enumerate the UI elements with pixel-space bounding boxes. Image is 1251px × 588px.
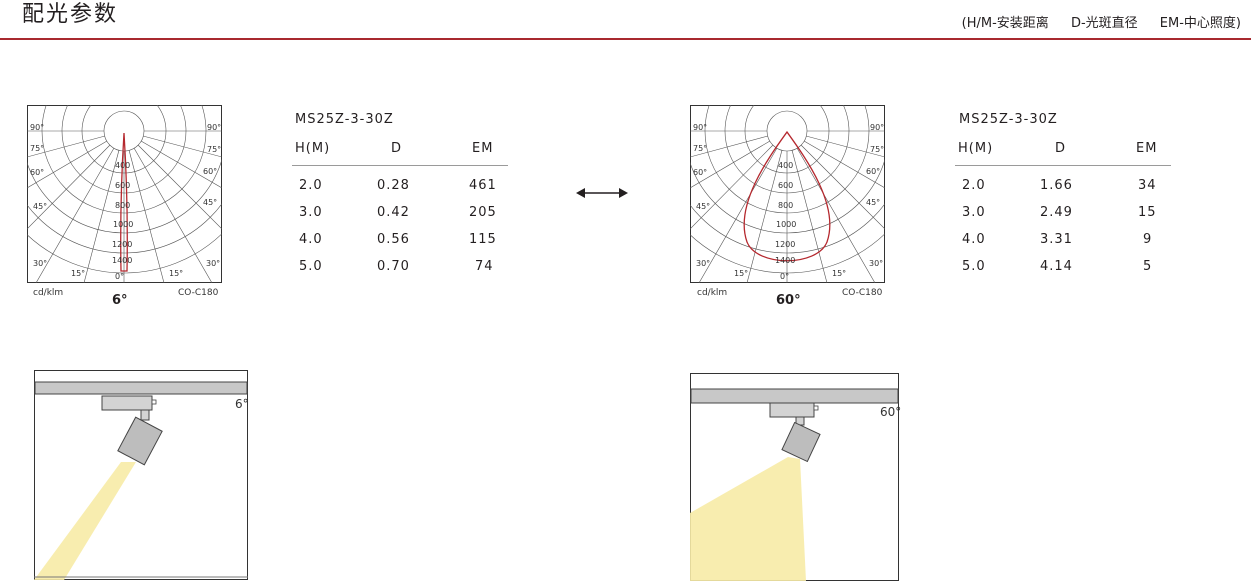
angle-label: 75° xyxy=(693,144,708,153)
angle-label: 15° xyxy=(71,269,86,278)
cell: 4.0 xyxy=(299,232,323,247)
angle-label: 45° xyxy=(696,202,711,211)
col-header: D xyxy=(1055,141,1067,156)
radial-label: 600 xyxy=(778,181,794,190)
model-left: MS25Z-3-30Z xyxy=(295,112,394,127)
cell: 4.14 xyxy=(1040,259,1073,274)
angle-label: 30° xyxy=(696,259,711,268)
col-header: D xyxy=(391,141,403,156)
track-light-illustration-right xyxy=(690,373,899,581)
angle-label: 0° xyxy=(780,272,790,281)
plane-label-right: CO-C180 xyxy=(842,288,883,298)
scene-angle-left: 6° xyxy=(235,397,249,411)
radial-label: 800 xyxy=(115,201,131,210)
legend-d: D-光斑直径 xyxy=(1070,16,1138,31)
cell: 2.0 xyxy=(299,178,323,193)
cell: 2.49 xyxy=(1040,205,1073,220)
col-header: H(M) xyxy=(295,141,331,156)
radial-label: 600 xyxy=(115,181,131,190)
cell: 0.42 xyxy=(377,205,410,220)
angle-label: 15° xyxy=(734,269,749,278)
angle-label: 75° xyxy=(870,145,885,154)
angle-label: 90° xyxy=(693,123,708,132)
angle-label: 60° xyxy=(866,167,881,176)
col-header: EM xyxy=(472,141,494,156)
radial-label: 1000 xyxy=(113,220,134,229)
model-right: MS25Z-3-30Z xyxy=(959,112,1058,127)
cell: 34 xyxy=(1138,178,1157,193)
install-scene-left: 6° xyxy=(34,370,249,580)
unit-label-right: cd/klm xyxy=(697,288,728,298)
angle-label: 60° xyxy=(693,168,708,177)
radial-label: 1000 xyxy=(776,220,797,229)
radial-label: 1400 xyxy=(112,256,133,265)
angle-label: 45° xyxy=(203,198,218,207)
header-legend: (H/M-安装距离 D-光斑直径 EM-中心照度) xyxy=(944,12,1241,31)
radial-label: 1400 xyxy=(775,256,796,265)
polar-diagram-left: 90° 90° 75° 75° 60° 60° 45° 45° 30° 30° … xyxy=(27,105,222,283)
cell: 9 xyxy=(1143,232,1153,247)
cell: 4.0 xyxy=(962,232,986,247)
cell: 3.0 xyxy=(299,205,323,220)
angle-label: 45° xyxy=(33,202,48,211)
cell: 1.66 xyxy=(1040,178,1073,193)
radial-label: 1200 xyxy=(775,240,796,249)
angle-label: 75° xyxy=(30,144,45,153)
angle-label: 60° xyxy=(203,167,218,176)
angle-label: 30° xyxy=(206,259,221,268)
cell: 461 xyxy=(469,178,497,193)
angle-label: 90° xyxy=(30,123,45,132)
cell: 115 xyxy=(469,232,497,247)
double-arrow-icon xyxy=(576,188,628,198)
angle-label: 30° xyxy=(33,259,48,268)
col-header: EM xyxy=(1136,141,1158,156)
radial-label: 1200 xyxy=(112,240,133,249)
cell: 0.56 xyxy=(377,232,410,247)
angle-label: 15° xyxy=(169,269,184,278)
angle-label: 0° xyxy=(115,272,125,281)
cell: 5 xyxy=(1143,259,1153,274)
cell: 5.0 xyxy=(962,259,986,274)
angle-label: 90° xyxy=(207,123,222,132)
radial-label: 400 xyxy=(115,161,131,170)
radial-label: 400 xyxy=(778,161,794,170)
angle-label: 60° xyxy=(30,168,45,177)
page-title: 配光参数 xyxy=(22,2,119,27)
table-rule xyxy=(955,165,1171,166)
angle-label: 90° xyxy=(870,123,885,132)
plane-label-left: CO-C180 xyxy=(178,288,219,298)
legend-h: (H/M-安装距离 xyxy=(961,16,1049,31)
header-rule xyxy=(0,38,1251,40)
angle-label: 45° xyxy=(866,198,881,207)
cell: 2.0 xyxy=(962,178,986,193)
cell: 0.28 xyxy=(377,178,410,193)
unit-label-left: cd/klm xyxy=(33,288,64,298)
cell: 3.31 xyxy=(1040,232,1073,247)
angle-label: 75° xyxy=(207,145,222,154)
cell: 15 xyxy=(1138,205,1157,220)
install-scene-right: 60° xyxy=(690,373,902,581)
cell: 0.70 xyxy=(377,259,410,274)
table-rule xyxy=(292,165,508,166)
polar-diagram-right: 90° 90° 75° 75° 60° 60° 45° 45° 30° 30° … xyxy=(690,105,885,283)
scene-angle-right: 60° xyxy=(880,405,902,419)
cell: 205 xyxy=(469,205,497,220)
cell: 3.0 xyxy=(962,205,986,220)
beam-angle-left: 6° xyxy=(112,293,128,308)
angle-label: 15° xyxy=(832,269,847,278)
angle-label: 30° xyxy=(869,259,884,268)
col-header: H(M) xyxy=(958,141,994,156)
radial-label: 800 xyxy=(778,201,794,210)
cell: 74 xyxy=(475,259,494,274)
track-light-illustration-left xyxy=(34,370,248,580)
legend-em: EM-中心照度) xyxy=(1159,16,1241,31)
cell: 5.0 xyxy=(299,259,323,274)
beam-angle-right: 60° xyxy=(776,293,801,308)
